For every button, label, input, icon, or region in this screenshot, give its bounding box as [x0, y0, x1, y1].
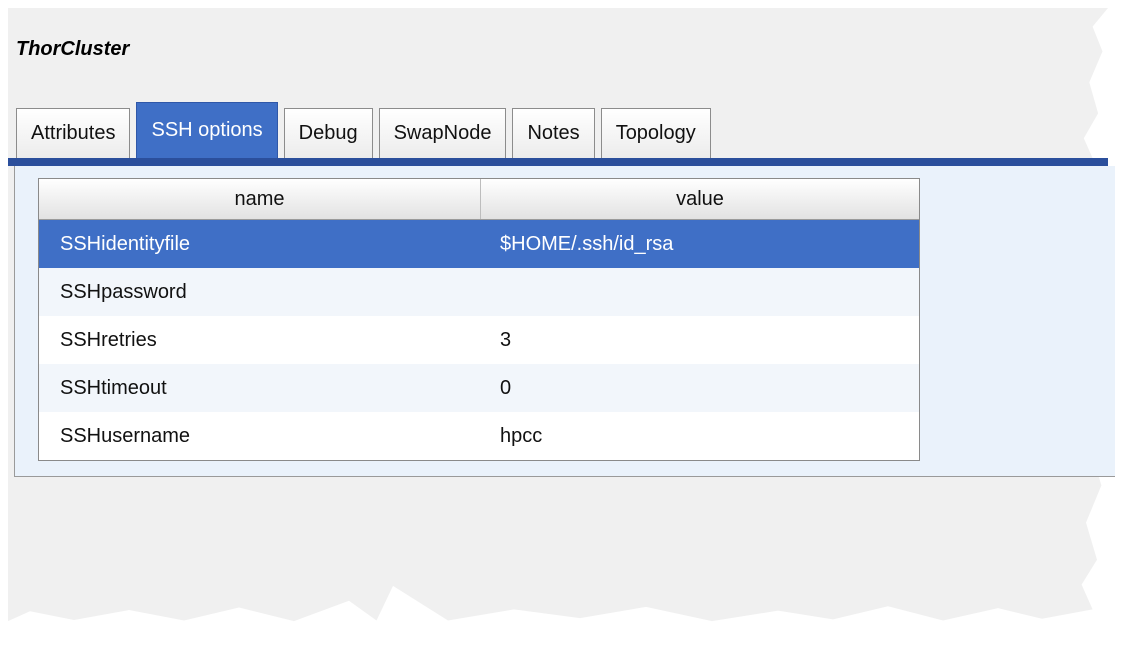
table-row[interactable]: SSHpassword: [39, 268, 919, 316]
tab-debug[interactable]: Debug: [283, 108, 373, 158]
table-cell-name[interactable]: SSHpassword: [39, 281, 480, 304]
table-cell-name[interactable]: SSHidentityfile: [39, 233, 480, 256]
tab-underline: [8, 158, 1108, 166]
tab-topology[interactable]: Topology: [600, 108, 711, 158]
table-cell-name[interactable]: SSHretries: [39, 329, 480, 352]
column-header-value[interactable]: value: [481, 179, 919, 219]
table-row[interactable]: SSHusername hpcc: [39, 412, 919, 460]
screenshot-stage: ThorCluster Attributes SSH options Debug…: [0, 0, 1121, 651]
table-cell-value[interactable]: 0: [480, 377, 919, 400]
table-cell-value[interactable]: 3: [480, 329, 919, 352]
tab-attributes[interactable]: Attributes: [16, 108, 131, 158]
tab-notes[interactable]: Notes: [512, 108, 595, 158]
ssh-options-table: name value SSHidentityfile $HOME/.ssh/id…: [38, 178, 920, 461]
table-cell-name[interactable]: SSHusername: [39, 425, 480, 448]
tab-swapnode[interactable]: SwapNode: [378, 108, 507, 158]
table-row[interactable]: SSHretries 3: [39, 316, 919, 364]
table-cell-name[interactable]: SSHtimeout: [39, 377, 480, 400]
tab-strip: Attributes SSH options Debug SwapNode No…: [16, 98, 717, 158]
column-header-name[interactable]: name: [39, 179, 481, 219]
table-row[interactable]: SSHidentityfile $HOME/.ssh/id_rsa: [39, 220, 919, 268]
table-row[interactable]: SSHtimeout 0: [39, 364, 919, 412]
table-cell-value[interactable]: $HOME/.ssh/id_rsa: [480, 233, 919, 256]
table-header: name value: [39, 179, 919, 220]
tab-ssh-options[interactable]: SSH options: [136, 102, 278, 158]
page-title: ThorCluster: [16, 38, 130, 60]
table-cell-value[interactable]: hpcc: [480, 425, 919, 448]
